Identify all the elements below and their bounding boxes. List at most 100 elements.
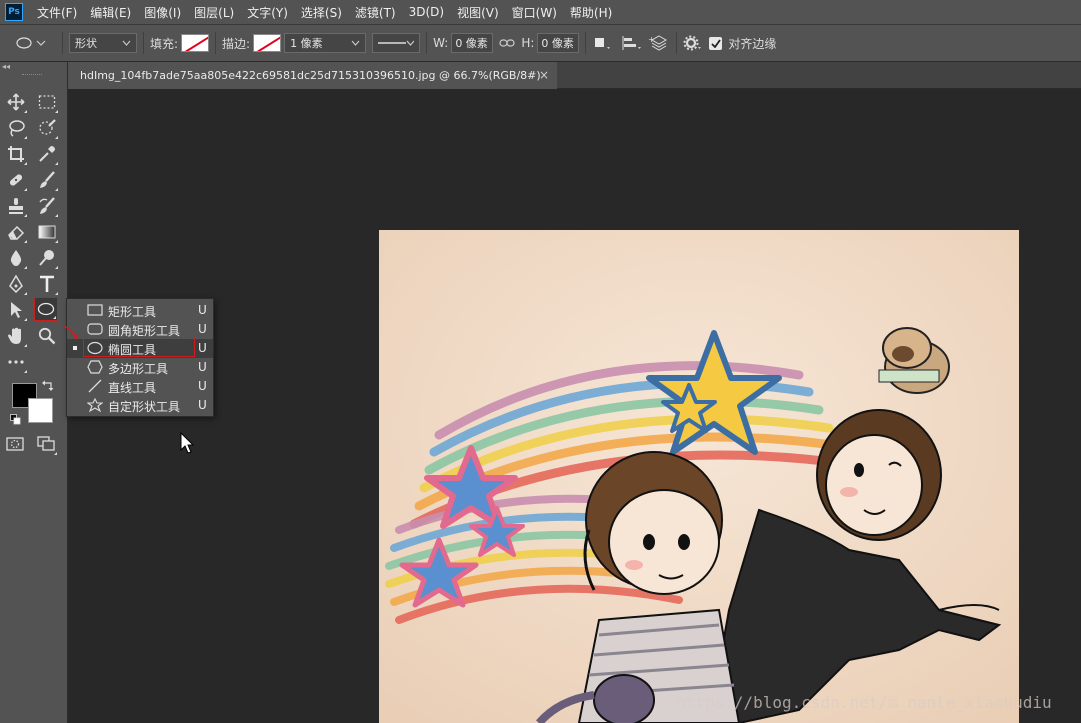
tool-preset-picker[interactable] xyxy=(16,37,56,49)
quick-selection-tool[interactable] xyxy=(35,116,59,140)
dodge-tool[interactable] xyxy=(35,246,59,270)
brush-tool[interactable] xyxy=(35,168,59,192)
tool-mode-value: 形状 xyxy=(75,37,97,50)
align-edges-checkbox[interactable] xyxy=(709,36,723,50)
menu-filter[interactable]: 滤镜(T) xyxy=(355,4,396,21)
shortcut-key: U xyxy=(198,360,207,374)
background-color-swatch[interactable] xyxy=(28,398,53,423)
ellipse-icon xyxy=(37,302,55,316)
default-colors-icon[interactable] xyxy=(10,414,22,426)
divider xyxy=(62,32,63,54)
screen-mode-button[interactable] xyxy=(34,432,58,456)
rectangular-marquee-icon xyxy=(38,95,56,109)
flyout-item-custom-shape[interactable]: 自定形状工具 U xyxy=(67,396,213,415)
path-operations-icon[interactable] xyxy=(592,35,614,51)
swap-colors-icon[interactable] xyxy=(42,379,54,391)
link-icon[interactable] xyxy=(499,37,515,49)
screen-mode-icon xyxy=(37,436,55,451)
toolbox: ◂◂ xyxy=(0,62,68,723)
arrow-pointer-icon xyxy=(11,302,22,318)
polygon-icon xyxy=(87,360,103,374)
eraser-tool[interactable] xyxy=(4,220,28,244)
crop-tool[interactable] xyxy=(4,142,28,166)
watermark-text: https://blog.csdn.net/m_nanle_xiaobudiu xyxy=(676,693,1052,712)
menu-view[interactable]: 视图(V) xyxy=(457,4,499,21)
brush-icon xyxy=(40,171,55,188)
eyedropper-tool[interactable] xyxy=(35,142,59,166)
flyout-item-line[interactable]: 直线工具 U xyxy=(67,377,213,396)
marquee-tool[interactable] xyxy=(35,90,59,114)
photoshop-logo[interactable]: Ps xyxy=(5,3,23,21)
tool-mode-select[interactable]: 形状 xyxy=(69,33,137,53)
menu-edit[interactable]: 编辑(E) xyxy=(90,4,131,21)
type-t-icon xyxy=(40,275,54,292)
close-tab-icon[interactable]: × xyxy=(539,68,549,82)
stroke-swatch[interactable] xyxy=(253,34,282,52)
edit-toolbar-button[interactable] xyxy=(4,350,28,374)
svg-text:+: + xyxy=(648,35,655,44)
hand-tool[interactable] xyxy=(4,324,28,348)
path-alignment-icon[interactable] xyxy=(620,35,642,51)
stroke-width-value: 1 像素 xyxy=(290,37,323,50)
path-selection-tool[interactable] xyxy=(4,298,28,322)
healing-brush-tool[interactable] xyxy=(4,168,28,192)
shortcut-key: U xyxy=(198,398,207,412)
document-tab-title: hdImg_104fb7ade75aa805e422c69581dc25d715… xyxy=(80,69,541,82)
menu-3d[interactable]: 3D(D) xyxy=(409,5,444,19)
panel-grip[interactable] xyxy=(22,74,42,77)
lasso-tool[interactable] xyxy=(4,116,28,140)
menu-layer[interactable]: 图层(L) xyxy=(194,4,234,21)
zoom-tool[interactable] xyxy=(35,324,59,348)
lasso-icon xyxy=(9,120,25,137)
move-tool[interactable] xyxy=(4,90,28,114)
flyout-item-polygon[interactable]: 多边形工具 U xyxy=(67,358,213,377)
bandage-icon xyxy=(9,174,23,186)
gear-icon[interactable] xyxy=(683,35,703,51)
mouse-cursor-icon xyxy=(180,432,195,454)
ellipse-tool[interactable] xyxy=(34,297,58,321)
chevron-down-icon xyxy=(36,40,46,46)
path-arrangement-icon[interactable]: + xyxy=(648,34,670,52)
flyout-item-rectangle[interactable]: 矩形工具 U xyxy=(67,301,213,320)
menu-image[interactable]: 图像(I) xyxy=(144,4,181,21)
chevron-down-icon xyxy=(351,40,360,46)
menu-window[interactable]: 窗口(W) xyxy=(512,4,557,21)
menu-file[interactable]: 文件(F) xyxy=(37,4,77,21)
pen-tool[interactable] xyxy=(4,272,28,296)
collapse-panel-icon[interactable]: ◂◂ xyxy=(2,62,10,71)
clone-stamp-tool[interactable] xyxy=(4,194,28,218)
crop-icon xyxy=(8,146,24,162)
stroke-label: 描边: xyxy=(222,36,251,51)
menu-type[interactable]: 文字(Y) xyxy=(247,4,288,21)
blur-tool[interactable] xyxy=(4,246,28,270)
type-tool[interactable] xyxy=(35,272,59,296)
stroke-line-icon xyxy=(378,42,406,44)
pen-icon xyxy=(9,275,23,293)
chevron-down-icon xyxy=(406,40,415,46)
more-dots-icon xyxy=(8,360,24,364)
shape-tools-flyout: 矩形工具 U 圆角矩形工具 U 椭圆工具 U 多边形工具 U 直线工具 U 自定… xyxy=(66,298,214,417)
shortcut-key: U xyxy=(198,379,207,393)
menu-select[interactable]: 选择(S) xyxy=(301,4,342,21)
document-image[interactable] xyxy=(379,230,1019,723)
annotation-arrow-icon xyxy=(63,325,79,340)
gradient-tool[interactable] xyxy=(35,220,59,244)
fill-swatch[interactable] xyxy=(181,34,210,52)
stamp-icon xyxy=(9,198,23,214)
divider xyxy=(215,32,217,54)
document-tab[interactable]: hdImg_104fb7ade75aa805e422c69581dc25d715… xyxy=(68,62,557,89)
quick-mask-button[interactable] xyxy=(3,432,27,456)
eraser-icon xyxy=(8,225,25,240)
menu-help[interactable]: 帮助(H) xyxy=(570,4,612,21)
shortcut-key: U xyxy=(198,303,207,317)
shortcut-key: U xyxy=(198,322,207,336)
hand-icon xyxy=(8,327,21,344)
dodge-icon xyxy=(39,250,54,266)
stroke-width-field[interactable]: 1 像素 xyxy=(284,33,367,53)
magnifier-icon xyxy=(38,327,56,345)
history-brush-icon xyxy=(39,197,55,214)
height-input[interactable]: 0 像素 xyxy=(537,33,580,53)
history-brush-tool[interactable] xyxy=(35,194,59,218)
stroke-type-select[interactable] xyxy=(372,33,421,53)
width-input[interactable]: 0 像素 xyxy=(451,33,494,53)
